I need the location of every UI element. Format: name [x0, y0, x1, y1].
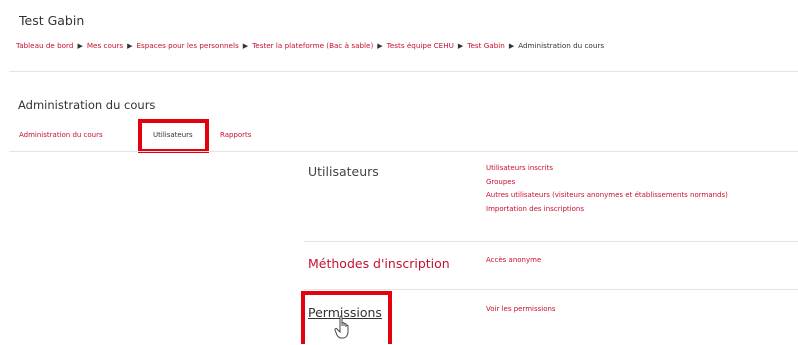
tab-reports[interactable]: Rapports [220, 131, 251, 139]
permissions-links: Voir les permissions [486, 303, 556, 317]
tabs-divider [9, 151, 798, 152]
section-title-enrolment-methods[interactable]: Méthodes d'inscription [308, 256, 450, 271]
breadcrumb-separator-icon: ▶ [242, 42, 249, 50]
link-other-users[interactable]: Autres utilisateurs (visiteurs anonymes … [486, 189, 728, 203]
link-view-permissions[interactable]: Voir les permissions [486, 303, 556, 317]
breadcrumb: Tableau de bord ▶ Mes cours ▶ Espaces pour l… [16, 41, 604, 50]
breadcrumb-item-dashboard[interactable]: Tableau de bord [16, 41, 73, 50]
breadcrumb-item-sandbox[interactable]: Tester la plateforme (Bac à sable) [252, 41, 373, 50]
hand-pointer-icon [334, 315, 352, 345]
section-divider [304, 289, 798, 290]
section-divider [304, 241, 798, 242]
link-anonymous-access[interactable]: Accès anonyme [486, 254, 541, 268]
breadcrumb-item-test-gabin[interactable]: Test Gabin [467, 41, 505, 50]
header-divider [9, 71, 798, 72]
tab-users-highlight-box [138, 119, 209, 153]
breadcrumb-separator-icon: ▶ [77, 42, 83, 50]
breadcrumb-separator-icon: ▶ [457, 42, 464, 50]
link-enrolled-users[interactable]: Utilisateurs inscrits [486, 162, 728, 176]
breadcrumb-separator-icon: ▶ [127, 42, 133, 50]
link-import-enrolments[interactable]: Importation des inscriptions [486, 203, 728, 217]
link-groups[interactable]: Groupes [486, 176, 728, 190]
breadcrumb-separator-icon: ▶ [508, 42, 515, 50]
breadcrumb-item-staff-spaces[interactable]: Espaces pour les personnels [137, 41, 239, 50]
section-title-users: Utilisateurs [308, 164, 379, 179]
breadcrumb-item-my-courses[interactable]: Mes cours [87, 41, 123, 50]
breadcrumb-current: Administration du cours [518, 41, 605, 50]
users-links: Utilisateurs inscrits Groupes Autres uti… [486, 162, 728, 216]
breadcrumb-item-cehu-tests[interactable]: Tests équipe CEHU [387, 41, 454, 50]
tab-course-admin[interactable]: Administration du cours [19, 131, 103, 139]
breadcrumb-separator-icon: ▶ [377, 42, 383, 50]
page-title: Test Gabin [19, 13, 85, 28]
admin-heading: Administration du cours [18, 98, 156, 112]
enrolment-links: Accès anonyme [486, 254, 541, 268]
